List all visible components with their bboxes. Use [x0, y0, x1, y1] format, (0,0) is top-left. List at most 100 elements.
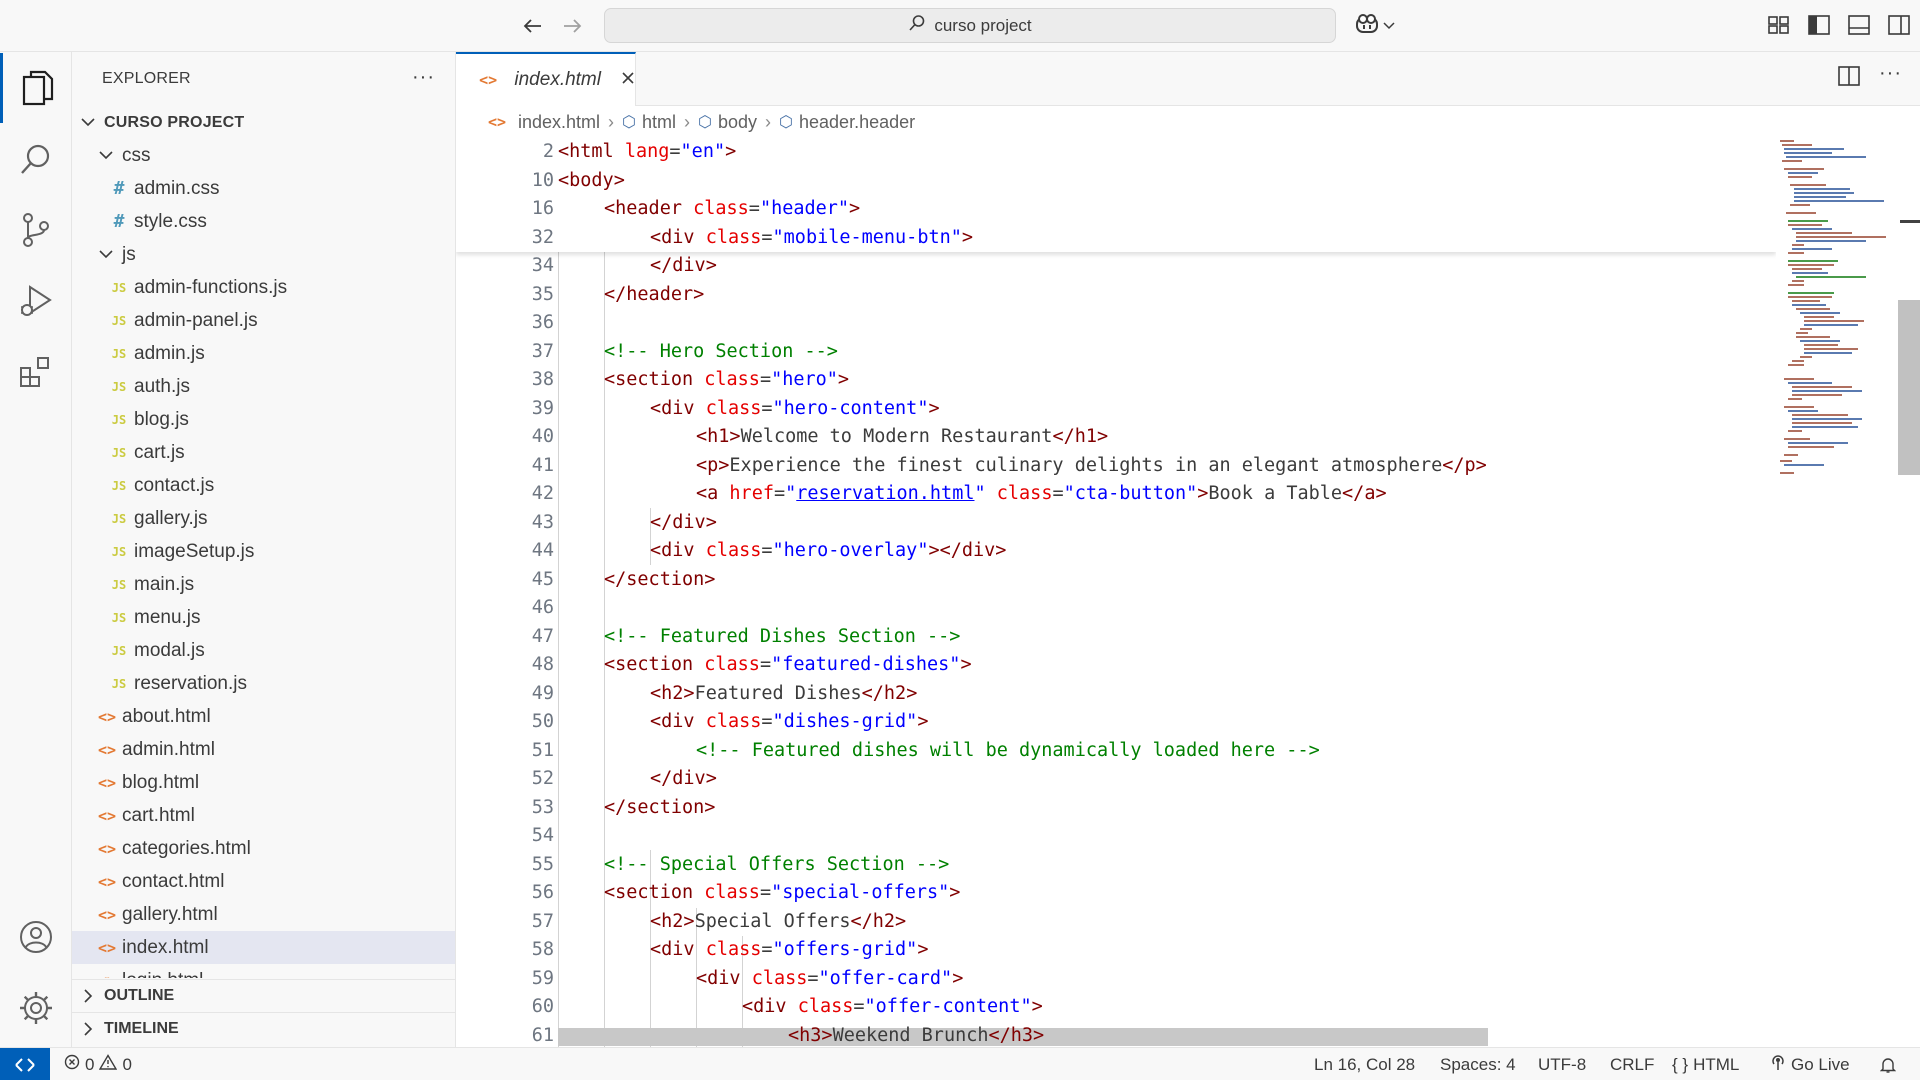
timeline-section[interactable]: TIMELINE	[72, 1012, 455, 1045]
file-html[interactable]: <> admin.html	[72, 733, 455, 766]
project-root[interactable]: CURSO PROJECT	[72, 106, 455, 139]
js-file-icon: JS	[111, 511, 127, 526]
file-html[interactable]: <> blog.html	[72, 766, 455, 799]
outline-label: OUTLINE	[104, 987, 175, 1004]
file-label: login.html	[122, 970, 203, 979]
file-js[interactable]: JS modal.js	[72, 634, 455, 667]
css-file-icon: #	[113, 211, 125, 232]
accounts-icon[interactable]	[0, 902, 72, 972]
close-icon[interactable]	[621, 69, 635, 91]
file-js[interactable]: JS blog.js	[72, 403, 455, 436]
js-file-icon: JS	[111, 445, 127, 460]
remote-window-icon[interactable]	[0, 1048, 50, 1080]
file-html-selected[interactable]: <> index.html	[72, 931, 455, 964]
file-admin-css[interactable]: # admin.css	[72, 172, 455, 205]
file-html[interactable]: <> cart.html	[72, 799, 455, 832]
file-style-css[interactable]: # style.css	[72, 205, 455, 238]
tab-index-html[interactable]: <> index.html	[456, 52, 636, 106]
symbol-cube-icon: ⬡	[698, 114, 712, 131]
html-file-icon: <>	[97, 872, 117, 891]
file-js[interactable]: JS reservation.js	[72, 667, 455, 700]
file-js[interactable]: JS admin.js	[72, 337, 455, 370]
vertical-scrollbar[interactable]	[1898, 300, 1920, 475]
file-js[interactable]: JS menu.js	[72, 601, 455, 634]
folder-css[interactable]: css	[72, 139, 455, 172]
toggle-panel-icon[interactable]	[1846, 12, 1872, 38]
end-of-line[interactable]: CRLF	[1610, 1048, 1654, 1080]
file-html[interactable]: <> gallery.html	[72, 898, 455, 931]
js-file-icon: JS	[111, 544, 127, 559]
language-mode[interactable]: { } HTML	[1672, 1048, 1739, 1080]
file-label: admin.css	[134, 177, 220, 199]
explorer-more-actions[interactable]: ···	[412, 66, 435, 89]
toggle-secondary-sidebar-icon[interactable]	[1886, 12, 1912, 38]
command-center-search[interactable]: curso project	[604, 8, 1336, 43]
indentation[interactable]: Spaces: 4	[1440, 1048, 1516, 1080]
file-label: contact.html	[122, 870, 225, 892]
scroll-position-marker	[1900, 220, 1920, 223]
outline-section[interactable]: OUTLINE	[72, 979, 455, 1012]
js-file-icon: JS	[111, 346, 127, 361]
source-control-icon[interactable]	[0, 195, 72, 265]
file-html[interactable]: <> about.html	[72, 700, 455, 733]
timeline-label: TIMELINE	[104, 1020, 179, 1037]
file-js[interactable]: JS auth.js	[72, 370, 455, 403]
js-file-icon: JS	[111, 280, 127, 295]
forward-arrow-icon[interactable]	[558, 12, 586, 40]
run-debug-icon[interactable]	[0, 266, 72, 336]
file-js[interactable]: JS contact.js	[72, 469, 455, 502]
explorer-title: EXPLORER	[102, 70, 191, 87]
go-live-button[interactable]: Go Live	[1770, 1048, 1850, 1080]
html-file-icon: <>	[97, 839, 117, 858]
back-arrow-icon[interactable]	[519, 12, 547, 40]
split-editor-icon[interactable]	[1838, 66, 1860, 91]
css-file-icon: #	[113, 178, 125, 199]
error-count: 0	[85, 1054, 95, 1074]
file-js[interactable]: JS cart.js	[72, 436, 455, 469]
folder-js[interactable]: js	[72, 238, 455, 271]
chevron-right-icon	[80, 1022, 96, 1036]
html-file-icon: <>	[487, 113, 507, 131]
file-label: reservation.js	[134, 672, 247, 694]
js-file-icon: JS	[111, 643, 127, 658]
reservation-link[interactable]: reservation.html	[796, 483, 974, 504]
file-js[interactable]: JS admin-panel.js	[72, 304, 455, 337]
file-js[interactable]: JS gallery.js	[72, 502, 455, 535]
cursor-position[interactable]: Ln 16, Col 28	[1314, 1048, 1415, 1080]
toggle-primary-sidebar-icon[interactable]	[1806, 12, 1832, 38]
file-label: about.html	[122, 705, 211, 727]
file-html[interactable]: <> contact.html	[72, 865, 455, 898]
copilot-button[interactable]	[1354, 12, 1400, 40]
file-label: admin.js	[134, 342, 205, 364]
customize-layout-icon[interactable]	[1766, 12, 1792, 38]
html-file-icon: <>	[97, 773, 117, 792]
file-label: cart.html	[122, 804, 195, 826]
file-js[interactable]: JS imageSetup.js	[72, 535, 455, 568]
file-html[interactable]: <> categories.html	[72, 832, 455, 865]
html-file-icon: <>	[97, 806, 117, 825]
extensions-icon[interactable]	[0, 337, 72, 407]
code-editor[interactable]: 2 <html lang="en"> 10 <body> 16 <header cla…	[456, 138, 1776, 1047]
breadcrumb-item[interactable]: html	[642, 112, 676, 133]
file-html[interactable]: <> login.html	[72, 964, 455, 979]
title-bar: curso project	[0, 0, 1920, 52]
editor-more-actions[interactable]: ···	[1879, 62, 1902, 85]
language-label: HTML	[1693, 1054, 1740, 1074]
manage-gear-icon[interactable]	[0, 973, 72, 1043]
minimap[interactable]	[1776, 138, 1886, 1047]
file-label: categories.html	[122, 837, 251, 859]
search-icon[interactable]	[0, 124, 72, 194]
file-label: blog.html	[122, 771, 200, 793]
file-js[interactable]: JS admin-functions.js	[72, 271, 455, 304]
problems-indicator[interactable]: 0 0	[64, 1048, 132, 1080]
notifications-bell-icon[interactable]	[1880, 1048, 1896, 1080]
folder-label: css	[122, 144, 151, 166]
braces-icon: { }	[1672, 1054, 1689, 1074]
file-js[interactable]: JS main.js	[72, 568, 455, 601]
breadcrumb-item[interactable]: index.html	[518, 112, 600, 133]
explorer-icon[interactable]	[0, 53, 72, 123]
file-label: imageSetup.js	[134, 540, 255, 562]
encoding[interactable]: UTF-8	[1538, 1048, 1586, 1080]
breadcrumb-item[interactable]: header.header	[799, 112, 915, 133]
breadcrumb-item[interactable]: body	[718, 112, 757, 133]
